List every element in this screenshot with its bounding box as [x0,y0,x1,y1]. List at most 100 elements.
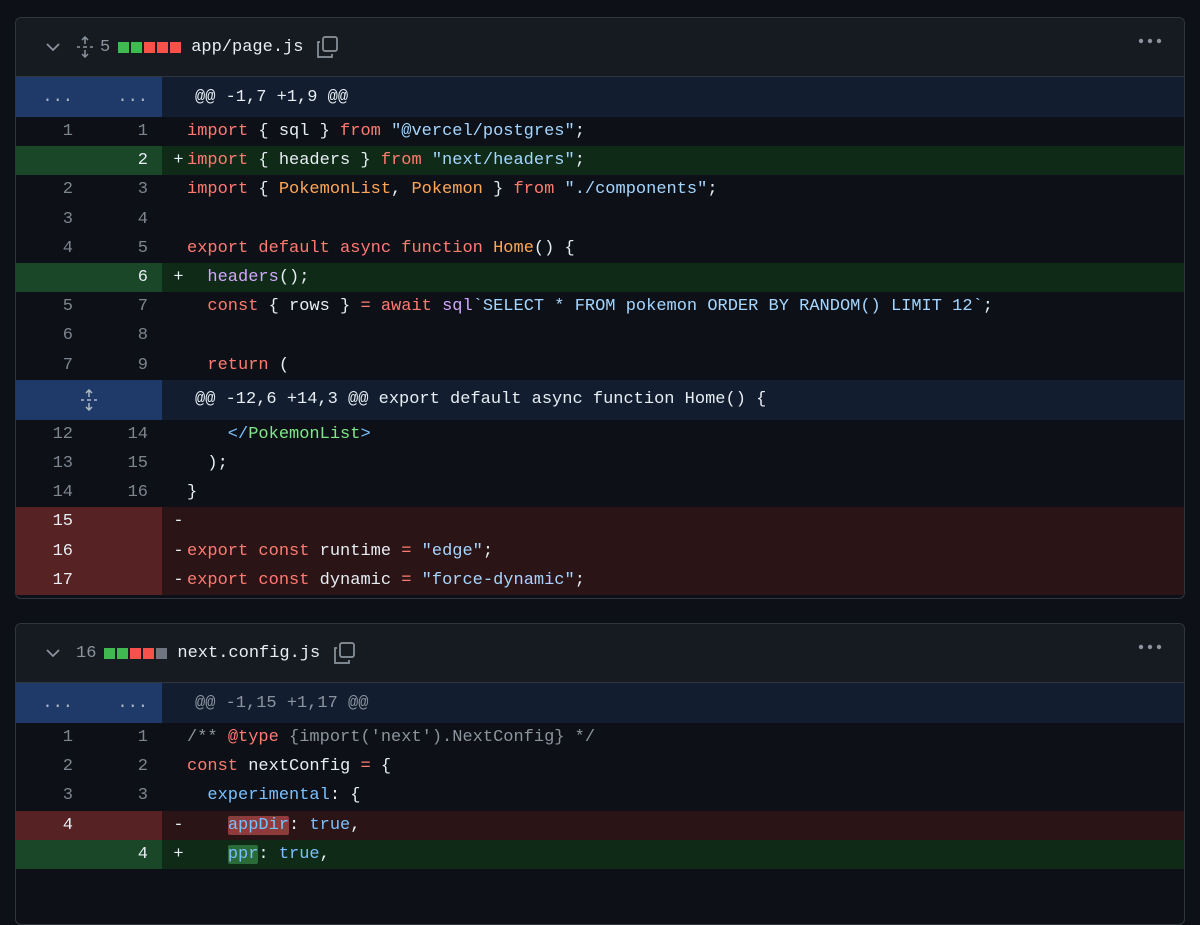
hunk-header: ... ... @@ -1,15 +1,17 @@ [16,683,1184,723]
new-line-number[interactable]: 16 [89,478,162,507]
code-token: "force-dynamic" [421,570,575,590]
hunk-expand-button[interactable] [16,379,162,420]
code-token: ( [268,355,290,375]
code-token: const [187,757,239,777]
new-line-number[interactable]: 1 [89,117,162,146]
file-name[interactable]: next.config.js [177,644,320,663]
old-line-number[interactable]: 16 [16,536,89,566]
new-line-number[interactable]: 7 [89,292,162,321]
new-line-number[interactable]: 15 [89,449,162,478]
hunk-expand-left[interactable]: ... [16,77,89,117]
code-token: const [207,297,259,317]
code-token: true [309,815,351,835]
diff-sign: + [173,268,184,288]
new-line-number[interactable]: 2 [89,752,162,781]
new-line-number[interactable]: 14 [89,420,162,449]
old-line-number[interactable]: 2 [16,175,89,204]
code-token: /** [187,728,228,748]
new-line-number[interactable]: 2 [89,146,162,176]
hunk-expand-left[interactable]: ... [16,683,89,723]
code-token: = [401,541,412,561]
diff-line-deleted: 17 - export const dynamic = "force-dynam… [16,565,1184,595]
code-token: @type [227,728,279,748]
old-line-number[interactable]: 17 [16,565,89,595]
old-line-number[interactable]: 7 [16,351,89,380]
diffstat-block [104,647,116,659]
code-token: from [340,122,381,142]
old-line-number[interactable]: 13 [16,449,89,478]
old-line-number[interactable]: 2 [16,752,89,781]
old-line-number[interactable] [16,262,89,293]
copy-icon[interactable] [332,641,356,665]
code-token: : [258,844,279,864]
more-options-icon[interactable] [1138,644,1162,650]
hunk-expand-right[interactable]: ... [89,683,162,723]
code-line: import { PokemonList, Pokemon } from "./… [187,180,1184,199]
code-token: sql [442,297,473,317]
diffstat-block [131,41,143,53]
code-token: : { [329,786,361,806]
diff-file-app-page: 5 app/page.js ... ... @@ -1,7 +1,9 @@ 1 … [15,17,1185,599]
diff-line: 12 14 </PokemonList> [16,420,1184,449]
diff-line: 4 5 export default async function Home()… [16,234,1184,263]
hunk-expand-right[interactable]: ... [89,77,162,117]
old-line-number[interactable]: 4 [16,810,89,840]
diff-line-added: 2 + import { headers } from "next/header… [16,146,1184,176]
old-line-number[interactable]: 14 [16,478,89,507]
diff-line: 13 15 ); [16,449,1184,478]
new-line-number[interactable] [89,565,162,595]
diff-sign: + [173,844,184,864]
old-line-number[interactable]: 5 [16,292,89,321]
new-line-number[interactable]: 4 [89,205,162,234]
code-token: ppr [227,844,259,864]
file-name[interactable]: app/page.js [191,38,303,57]
old-line-number[interactable]: 12 [16,420,89,449]
code-token: { sql } [248,122,341,142]
diffstat-block [117,647,129,659]
code-line: /** @type {import('next').NextConfig} */ [187,728,1184,747]
new-line-number[interactable]: 8 [89,321,162,350]
old-line-number[interactable] [16,146,89,176]
diff-sign: - [173,570,184,590]
new-line-number[interactable]: 3 [89,781,162,810]
diff-line: 14 16 } [16,478,1184,507]
new-line-number[interactable] [89,810,162,840]
new-line-number[interactable]: 3 [89,175,162,204]
old-line-number[interactable] [16,839,89,869]
old-line-number[interactable]: 3 [16,205,89,234]
new-line-number[interactable] [89,536,162,566]
new-line-number[interactable]: 6 [89,262,162,293]
old-line-number[interactable]: 1 [16,117,89,146]
chevron-down-icon[interactable] [44,38,62,56]
code-token: import [187,151,249,171]
code-token: = [401,570,412,590]
new-line-number[interactable]: 5 [89,234,162,263]
expand-all-icon[interactable] [76,36,96,58]
diff-line-added: 6 + headers(); [16,262,1184,293]
new-line-number[interactable]: 9 [89,351,162,380]
new-line-number[interactable] [89,507,162,537]
old-line-number[interactable]: 6 [16,321,89,350]
code-token: export [187,570,249,590]
hunk-text: @@ -1,7 +1,9 @@ [195,87,349,107]
new-line-number[interactable]: 1 [89,723,162,752]
new-line-number[interactable]: 4 [89,839,162,869]
chevron-down-icon[interactable] [44,644,62,662]
code-token: { [248,180,279,200]
copy-icon[interactable] [315,35,339,59]
diffstat-block [144,41,156,53]
old-line-number[interactable]: 4 [16,234,89,263]
old-line-number[interactable]: 3 [16,781,89,810]
code-line: ppr: true, [187,844,1184,864]
old-line-number[interactable]: 1 [16,723,89,752]
diffstat-block [156,647,168,659]
old-line-number[interactable]: 15 [16,507,89,537]
diffstat-block [143,647,155,659]
more-options-icon[interactable] [1138,38,1162,44]
